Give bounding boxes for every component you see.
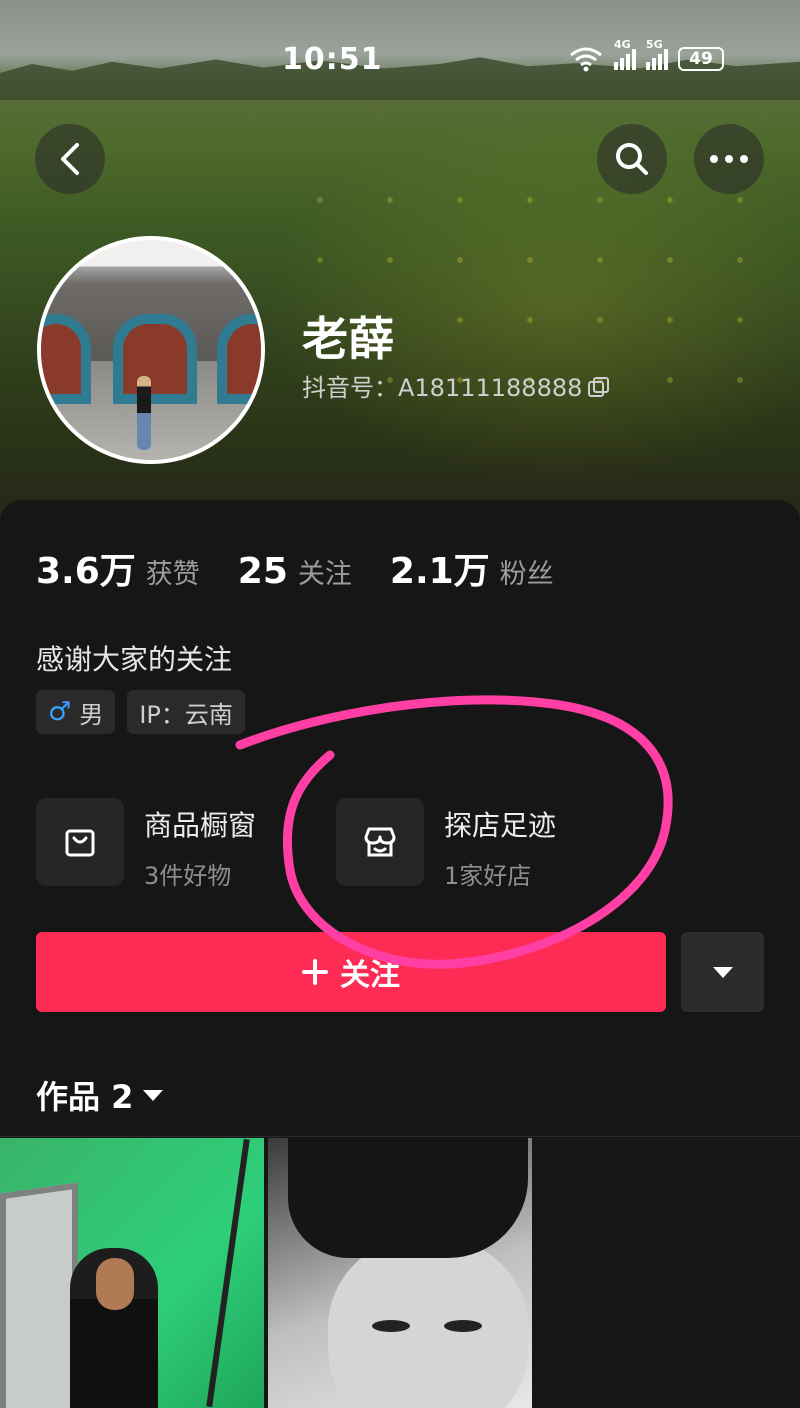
works-label: 作品 2 — [36, 1078, 134, 1116]
tags-row: ♂ 男 IP：云南 — [36, 690, 245, 734]
signal-4g-icon: 4G — [614, 38, 636, 70]
recommend-dropdown-button[interactable] — [681, 932, 764, 1012]
works-tab[interactable]: 作品 2 — [36, 1072, 164, 1118]
stat-likes-label: 获赞 — [145, 559, 200, 590]
ip-tag: IP：云南 — [127, 690, 245, 734]
more-dots-icon — [710, 155, 748, 163]
store-visits-entry[interactable]: 探店足迹 1家好店 — [336, 798, 556, 891]
status-bar: 10:51 4G 5G 49 — [0, 0, 800, 120]
avatar[interactable] — [37, 236, 265, 464]
ip-label: IP：云南 — [139, 700, 233, 729]
stat-likes-value: 3.6万 — [36, 551, 136, 592]
plus-icon — [302, 959, 328, 985]
more-button[interactable] — [694, 124, 764, 194]
stat-fans[interactable]: 2.1万 粉丝 — [390, 542, 554, 594]
search-icon — [616, 143, 648, 175]
stats-row: 3.6万 获赞 25 关注 2.1万 粉丝 — [36, 542, 592, 594]
douyin-id-text: 抖音号：A18111188888 — [302, 374, 583, 402]
signal-5g-icon: 5G — [646, 38, 668, 70]
store-icon — [336, 798, 424, 886]
store-visits-subtitle: 1家好店 — [444, 862, 532, 890]
status-time: 10:51 — [282, 42, 383, 77]
copy-icon[interactable] — [588, 376, 610, 397]
follow-button[interactable]: 关注 — [36, 932, 666, 1012]
male-icon: ♂ — [48, 697, 72, 727]
video-thumbnail[interactable] — [0, 1138, 264, 1408]
stat-likes[interactable]: 3.6万 获赞 — [36, 542, 200, 594]
caret-down-icon — [712, 966, 733, 978]
follow-label: 关注 — [340, 958, 400, 993]
video-thumbnail[interactable] — [268, 1138, 532, 1408]
gender-tag: ♂ 男 — [36, 690, 116, 734]
status-icons: 4G 5G 49 — [568, 38, 724, 74]
shop-window-subtitle: 3件好物 — [144, 862, 232, 890]
stat-fans-value: 2.1万 — [389, 551, 490, 592]
gender-label: 男 — [79, 700, 104, 729]
store-visits-title: 探店足迹 — [444, 809, 557, 842]
profile-panel: 3.6万 获赞 25 关注 2.1万 粉丝 感谢大家的关注 ♂ 男 IP：云南 — [0, 500, 800, 1408]
stat-following[interactable]: 25 关注 — [238, 551, 352, 592]
wifi-icon — [570, 47, 602, 72]
bio-text: 感谢大家的关注 — [36, 643, 233, 676]
divider — [0, 1136, 800, 1137]
back-arrow-icon — [61, 143, 79, 175]
shop-window-entry[interactable]: 商品橱窗 3件好物 — [36, 798, 256, 891]
search-button[interactable] — [597, 124, 667, 194]
back-button[interactable] — [35, 124, 105, 194]
stat-fans-label: 粉丝 — [499, 559, 554, 590]
battery-indicator: 49 — [678, 47, 724, 71]
shopping-bag-icon — [36, 798, 124, 886]
stat-following-value: 25 — [237, 551, 288, 592]
douyin-id[interactable]: 抖音号：A18111188888 — [302, 368, 610, 403]
shop-window-title: 商品橱窗 — [144, 809, 257, 842]
caret-down-icon — [143, 1089, 164, 1101]
stat-following-label: 关注 — [297, 559, 352, 590]
nickname: 老薛 — [302, 312, 394, 366]
